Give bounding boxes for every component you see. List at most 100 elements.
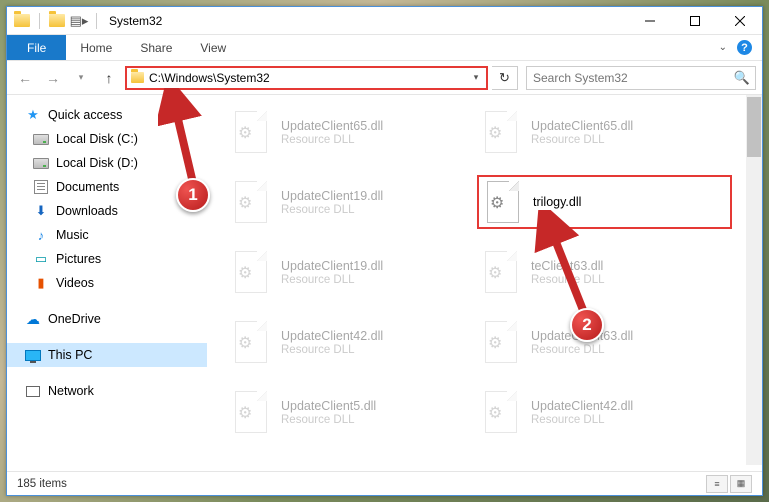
- help-icon[interactable]: ?: [737, 40, 752, 55]
- sidebar-quick-access[interactable]: ★ Quick access: [7, 103, 207, 127]
- dll-icon: ⚙: [481, 109, 521, 155]
- network-icon: [25, 383, 41, 399]
- sidebar-network[interactable]: Network: [7, 379, 207, 403]
- divider: [96, 13, 97, 29]
- navigation-pane: ★ Quick access Local Disk (C:) Local Dis…: [7, 95, 207, 465]
- file-item[interactable]: ⚙UpdateClient65.dllResource DLL: [477, 105, 717, 159]
- file-type: Resource DLL: [281, 204, 383, 216]
- file-type: Resource DLL: [281, 414, 376, 426]
- folder-icon: [127, 72, 147, 83]
- callout-1: 1: [176, 178, 210, 212]
- file-name: UpdateClient19.dll: [281, 258, 383, 274]
- navigation-bar: ← → ▾ ↑ C:\Windows\System32 ▾ ↻ 🔍: [7, 61, 762, 95]
- pictures-icon: ▭: [33, 251, 49, 267]
- file-item[interactable]: ⚙UpdateClient65.dllResource DLL: [227, 105, 467, 159]
- cloud-icon: ☁: [25, 311, 41, 327]
- sidebar-onedrive[interactable]: ☁ OneDrive: [7, 307, 207, 331]
- sidebar-item-label: OneDrive: [48, 312, 101, 326]
- details-view-button[interactable]: ≡: [706, 475, 728, 493]
- tab-share[interactable]: Share: [126, 35, 186, 60]
- file-tab[interactable]: File: [7, 35, 66, 60]
- file-type: Resource DLL: [281, 274, 383, 286]
- file-name: UpdateClient65.dll: [281, 118, 383, 134]
- expand-ribbon-icon[interactable]: ⌄: [719, 42, 727, 53]
- folder-icon: [48, 12, 66, 30]
- item-count: 185 items: [17, 478, 67, 490]
- file-name: UpdateClient19.dll: [281, 188, 383, 204]
- minimize-button[interactable]: [627, 7, 672, 35]
- address-dropdown-icon[interactable]: ▾: [466, 72, 486, 83]
- back-button[interactable]: ←: [13, 66, 37, 90]
- file-item[interactable]: ⚙trilogy.dll: [477, 175, 732, 229]
- file-item[interactable]: ⚙ UpdateClient19.dllResource DLL: [227, 245, 467, 299]
- icons-view-button[interactable]: ▦: [730, 475, 752, 493]
- titlebar: ▤▸ System32: [7, 7, 762, 35]
- sidebar-item-drive-d[interactable]: Local Disk (D:): [7, 151, 207, 175]
- videos-icon: ▮: [33, 275, 49, 291]
- folder-icon: [13, 12, 31, 30]
- sidebar-item-drive-c[interactable]: Local Disk (C:): [7, 127, 207, 151]
- sidebar-item-label: Pictures: [56, 252, 101, 266]
- downloads-icon: ⬇: [33, 203, 49, 219]
- address-bar[interactable]: C:\Windows\System32 ▾: [125, 66, 488, 90]
- dll-icon: ⚙: [481, 249, 521, 295]
- dll-icon: ⚙: [231, 109, 271, 155]
- search-icon[interactable]: 🔍: [729, 70, 755, 86]
- sidebar-item-label: Videos: [56, 276, 94, 290]
- search-box[interactable]: 🔍: [526, 66, 756, 90]
- sidebar-this-pc[interactable]: This PC: [7, 343, 207, 367]
- dll-icon: ⚙: [231, 249, 271, 295]
- close-button[interactable]: [717, 7, 762, 35]
- star-icon: ★: [25, 107, 41, 123]
- up-button[interactable]: ↑: [97, 66, 121, 90]
- refresh-button[interactable]: ↻: [492, 66, 518, 90]
- sidebar-item-videos[interactable]: ▮ Videos: [7, 271, 207, 295]
- file-type: Resource DLL: [531, 274, 605, 286]
- maximize-button[interactable]: [672, 7, 717, 35]
- tab-home[interactable]: Home: [66, 35, 126, 60]
- file-name: UpdateClient5.dll: [281, 398, 376, 414]
- file-type: Resource DLL: [531, 414, 633, 426]
- file-item[interactable]: ⚙teClient63.dllResource DLL: [477, 245, 717, 299]
- file-list: ⚙UpdateClient65.dllResource DLL⚙UpdateCl…: [207, 95, 762, 465]
- pc-icon: [25, 347, 41, 363]
- recent-dropdown[interactable]: ▾: [69, 66, 93, 90]
- music-icon: ♪: [33, 227, 49, 243]
- file-item[interactable]: ⚙ UpdateClient42.dllResource DLL: [477, 385, 717, 439]
- sidebar-item-pictures[interactable]: ▭ Pictures: [7, 247, 207, 271]
- sidebar-item-music[interactable]: ♪ Music: [7, 223, 207, 247]
- window-controls: [627, 7, 762, 35]
- dll-icon: ⚙: [483, 179, 523, 225]
- scrollbar-thumb[interactable]: [747, 97, 761, 157]
- file-name: UpdateClient42.dll: [531, 398, 633, 414]
- drive-icon: [33, 155, 49, 171]
- window-title: System32: [109, 14, 162, 28]
- ribbon: File Home Share View ⌄ ?: [7, 35, 762, 61]
- sidebar-item-label: Local Disk (C:): [56, 132, 138, 146]
- tab-view[interactable]: View: [186, 35, 240, 60]
- address-path: C:\Windows\System32: [147, 71, 466, 85]
- sidebar-item-label: Documents: [56, 180, 119, 194]
- file-item[interactable]: ⚙UpdateClient42.dllResource DLL: [227, 315, 467, 369]
- drive-icon: [33, 131, 49, 147]
- sidebar-item-label: This PC: [48, 348, 92, 362]
- properties-icon[interactable]: ▤▸: [70, 12, 88, 30]
- explorer-window: ▤▸ System32 File Home Share View ⌄ ? ← →…: [6, 6, 763, 496]
- file-type: Resource DLL: [281, 344, 383, 356]
- forward-button[interactable]: →: [41, 66, 65, 90]
- file-type: Resource DLL: [531, 134, 633, 146]
- scrollbar[interactable]: [746, 95, 762, 465]
- file-item[interactable]: ⚙ UpdateClient19.dllResource DLL: [227, 175, 467, 229]
- sidebar-item-label: Network: [48, 384, 94, 398]
- sidebar-item-label: Quick access: [48, 108, 122, 122]
- divider: [39, 13, 40, 29]
- file-item[interactable]: ⚙ UpdateClient5.dllResource DLL: [227, 385, 467, 439]
- file-type: Resource DLL: [531, 344, 633, 356]
- sidebar-item-label: Local Disk (D:): [56, 156, 138, 170]
- dll-icon: ⚙: [231, 389, 271, 435]
- search-input[interactable]: [527, 71, 729, 85]
- dll-icon: ⚙: [481, 389, 521, 435]
- sidebar-item-label: Downloads: [56, 204, 118, 218]
- callout-2: 2: [570, 308, 604, 342]
- dll-icon: ⚙: [231, 179, 271, 225]
